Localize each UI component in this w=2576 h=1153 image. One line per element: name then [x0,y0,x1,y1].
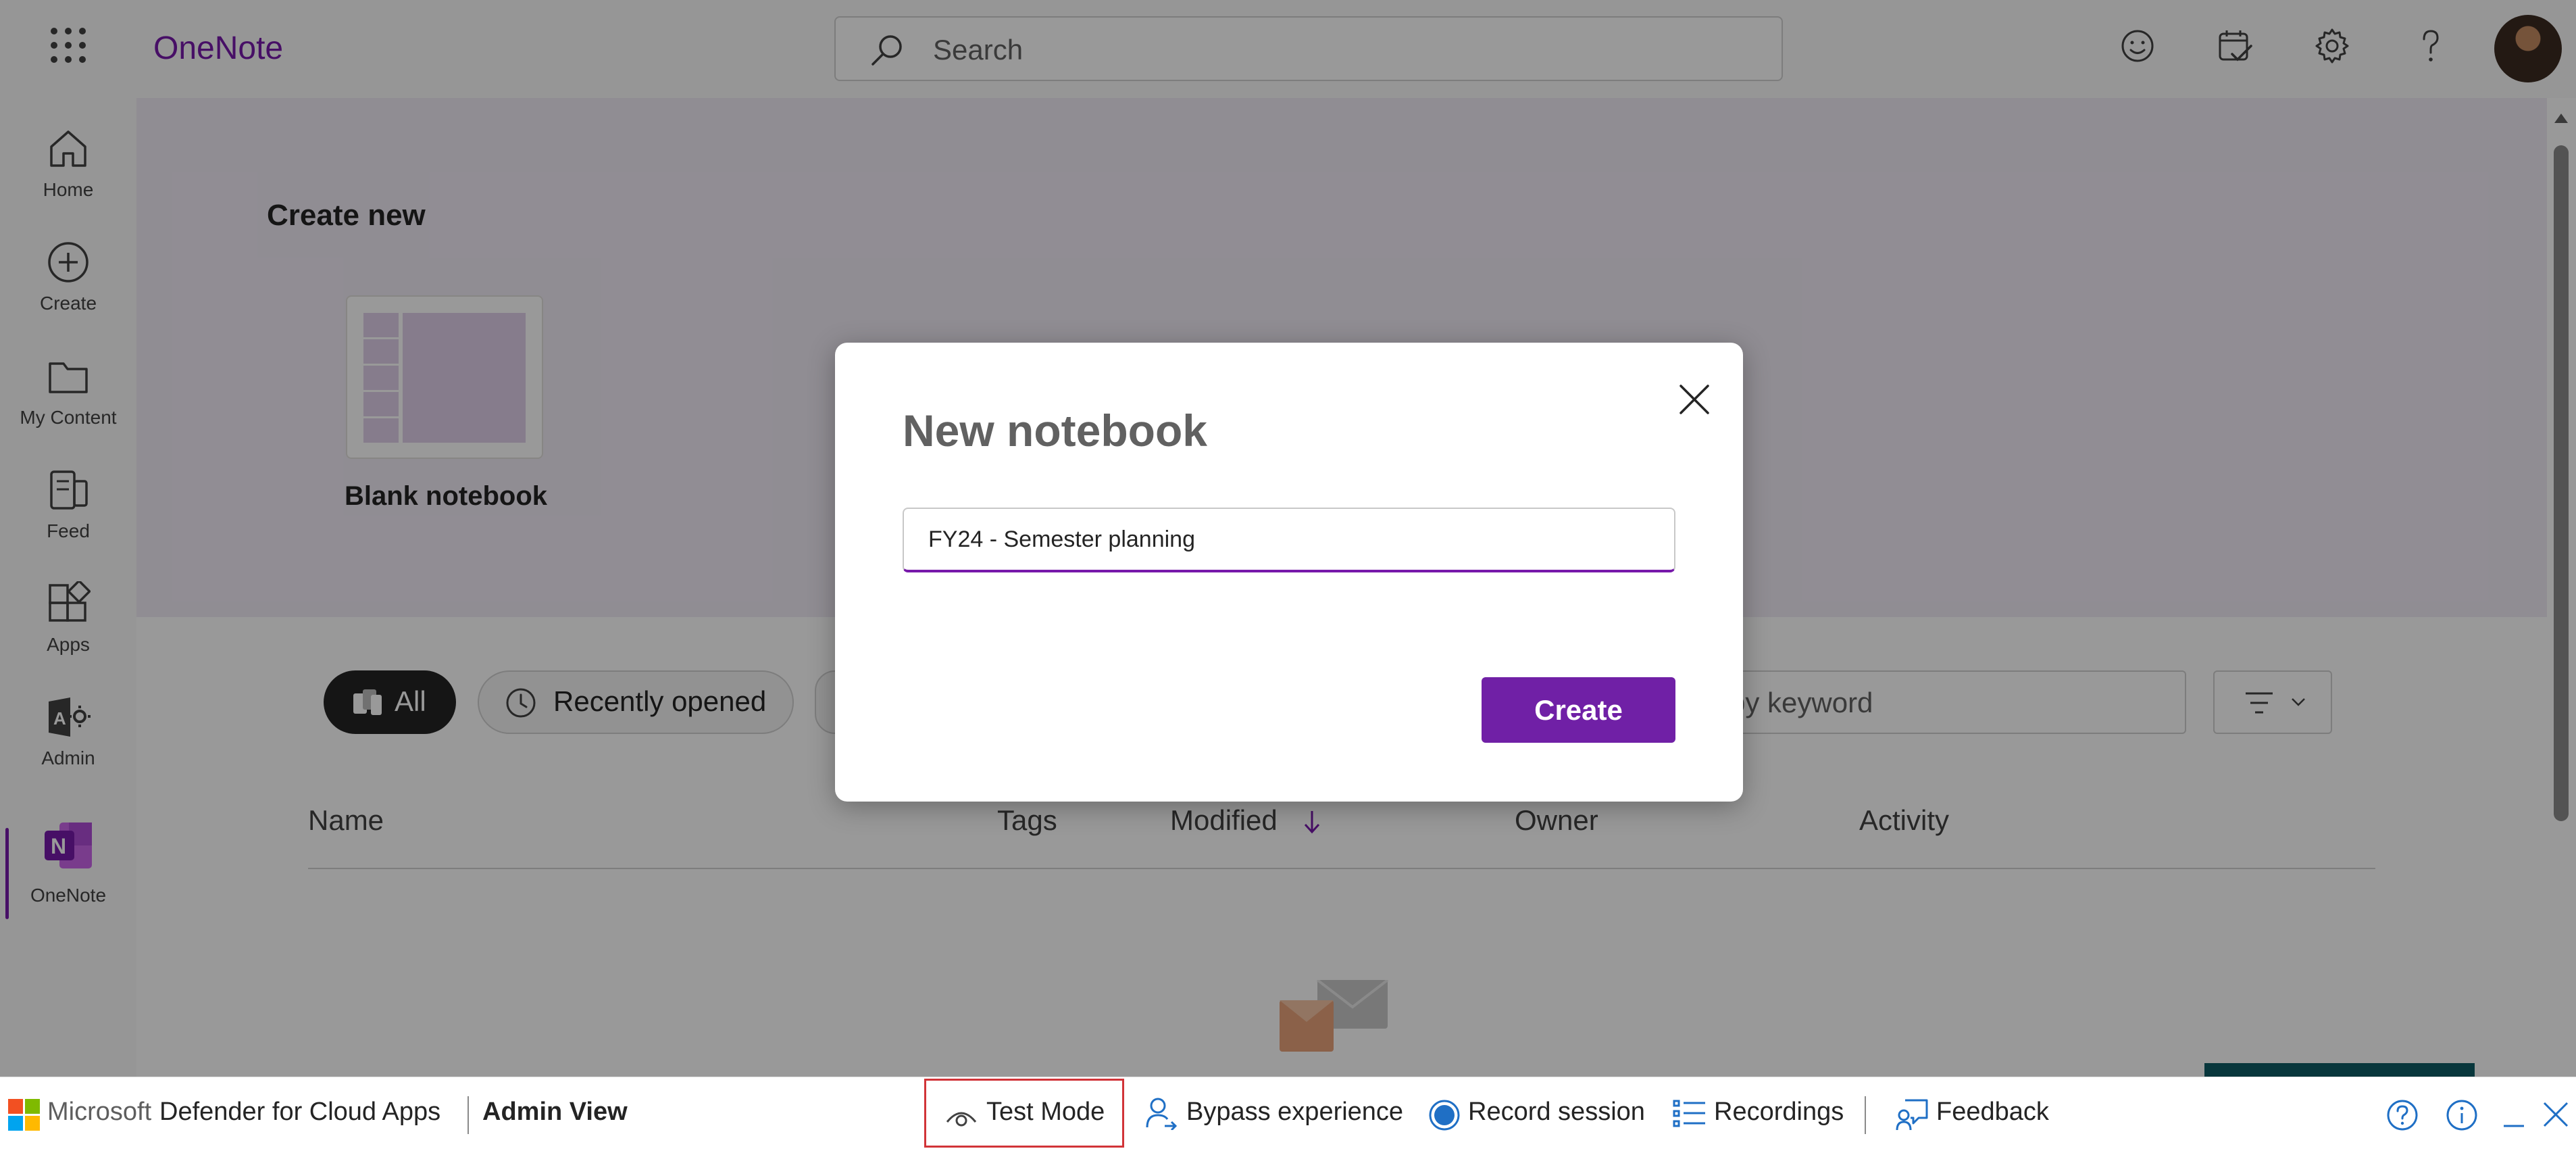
admin-view-label: Admin View [482,1098,628,1126]
divider [1865,1096,1866,1134]
product-name: Defender for Cloud Apps [159,1098,441,1126]
microsoft-label: Microsoft [47,1098,152,1126]
new-notebook-dialog: New notebook Create [835,343,1743,802]
info-icon[interactable] [2446,1099,2478,1131]
minimize-icon[interactable] [2501,1100,2527,1130]
dialog-title: New notebook [903,406,1208,456]
microsoft-logo-icon [8,1099,41,1131]
close-icon[interactable] [2542,1100,2570,1129]
close-icon[interactable] [1675,381,1713,418]
record-icon [1429,1100,1460,1131]
eye-icon [946,1112,977,1127]
record-session-label[interactable]: Record session [1468,1098,1645,1127]
create-button[interactable]: Create [1482,677,1675,743]
recordings-label[interactable]: Recordings [1714,1098,1844,1127]
help-icon[interactable] [2386,1099,2419,1131]
divider [468,1096,469,1134]
bypass-label[interactable]: Bypass experience [1186,1098,1403,1127]
test-mode-label[interactable]: Test Mode [986,1098,1105,1127]
feedback-icon [1896,1099,1928,1131]
feedback-label[interactable]: Feedback [1936,1098,2049,1127]
defender-session-bar: Microsoft Defender for Cloud Apps Admin … [0,1077,2576,1153]
person-arrow-icon [1146,1098,1178,1130]
notebook-name-input[interactable] [903,508,1675,572]
list-icon [1673,1100,1705,1127]
